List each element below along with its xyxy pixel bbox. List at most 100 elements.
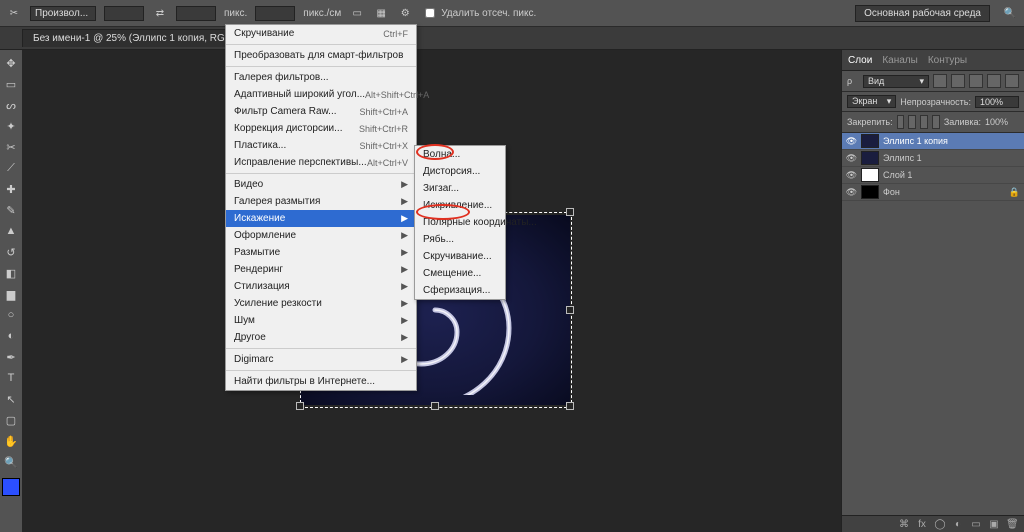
filter-kind-icon[interactable]: ρ	[847, 76, 859, 86]
menu-item[interactable]: Коррекция дисторсии...Shift+Ctrl+R	[226, 120, 416, 137]
menu-item[interactable]: Исправление перспективы...Alt+Ctrl+V	[226, 154, 416, 171]
hand-tool-icon[interactable]: ✋	[2, 432, 20, 450]
transform-handle[interactable]	[431, 402, 439, 410]
workspace-switcher[interactable]: Основная рабочая среда	[855, 5, 990, 22]
type-tool-icon[interactable]: T	[2, 369, 20, 387]
layer-row[interactable]: 👁Фон🔒	[842, 184, 1024, 201]
grid-icon[interactable]: ▦	[373, 5, 389, 21]
tab-channels[interactable]: Каналы	[882, 55, 918, 66]
crop-tool-icon[interactable]: ✂	[2, 138, 20, 156]
filter-pixel-icon[interactable]	[933, 74, 947, 88]
layer-mask-icon[interactable]: ◯	[934, 519, 946, 531]
height-field[interactable]	[176, 6, 216, 21]
shape-tool-icon[interactable]: ▢	[2, 411, 20, 429]
layer-row[interactable]: 👁Слой 1	[842, 167, 1024, 184]
submenu-item[interactable]: Рябь...	[415, 231, 505, 248]
filter-type-icon[interactable]	[969, 74, 983, 88]
lock-position-icon[interactable]	[920, 115, 928, 129]
menu-item[interactable]: Искажение▶	[226, 210, 416, 227]
filter-shape-icon[interactable]	[987, 74, 1001, 88]
menu-item[interactable]: Галерея фильтров...	[226, 69, 416, 86]
filter-menu: СкручиваниеCtrl+F Преобразовать для смарт…	[225, 24, 417, 391]
move-tool-icon[interactable]: ✥	[2, 54, 20, 72]
menu-item[interactable]: Стилизация▶	[226, 278, 416, 295]
menu-item[interactable]: Размытие▶	[226, 244, 416, 261]
filter-smart-icon[interactable]	[1005, 74, 1019, 88]
menu-item[interactable]: Галерея размытия▶	[226, 193, 416, 210]
transform-handle[interactable]	[296, 402, 304, 410]
eraser-tool-icon[interactable]: ◧	[2, 264, 20, 282]
crop-mode-dropdown[interactable]: Произвол...	[30, 6, 96, 21]
blur-tool-icon[interactable]: ○	[2, 306, 20, 324]
submenu-item[interactable]: Дисторсия...	[415, 163, 505, 180]
gradient-tool-icon[interactable]: ▆	[2, 285, 20, 303]
new-group-icon[interactable]: ▭	[970, 519, 982, 531]
layer-row[interactable]: 👁Эллипс 1 копия	[842, 133, 1024, 150]
swap-icon[interactable]: ⇄	[152, 5, 168, 21]
submenu-item[interactable]: Смещение...	[415, 265, 505, 282]
lock-label: Закрепить:	[847, 117, 893, 127]
menu-item[interactable]: Шум▶	[226, 312, 416, 329]
transform-handle[interactable]	[566, 306, 574, 314]
fill-field[interactable]: 100%	[985, 117, 1019, 127]
submenu-item[interactable]: Скручивание...	[415, 248, 505, 265]
marquee-tool-icon[interactable]: ▭	[2, 75, 20, 93]
menu-item[interactable]: Видео▶	[226, 176, 416, 193]
search-icon[interactable]: 🔍	[1002, 5, 1018, 21]
menu-item[interactable]: Другое▶	[226, 329, 416, 346]
tab-layers[interactable]: Слои	[848, 55, 872, 66]
pen-tool-icon[interactable]: ✒	[2, 348, 20, 366]
transform-handle[interactable]	[566, 402, 574, 410]
filter-kind-dropdown[interactable]: Вид▾	[863, 75, 929, 88]
menu-item[interactable]: Фильтр Camera Raw...Shift+Ctrl+A	[226, 103, 416, 120]
new-fill-icon[interactable]: ◐	[952, 519, 964, 531]
menu-item[interactable]: СкручиваниеCtrl+F	[226, 25, 416, 42]
delete-cropped-checkbox[interactable]: Удалить отсеч. пикс.	[421, 5, 536, 21]
dodge-tool-icon[interactable]: ◐	[2, 327, 20, 345]
tab-paths[interactable]: Контуры	[928, 55, 967, 66]
visibility-icon[interactable]: 👁	[846, 170, 857, 181]
foreground-color-swatch[interactable]	[2, 478, 20, 496]
new-layer-icon[interactable]: ▣	[988, 519, 1000, 531]
straighten-icon[interactable]: ▭	[349, 5, 365, 21]
lock-transparency-icon[interactable]	[897, 115, 905, 129]
blend-mode-dropdown[interactable]: Экран▾	[847, 95, 896, 108]
menu-item[interactable]: Оформление▶	[226, 227, 416, 244]
submenu-item[interactable]: Волна...	[415, 146, 505, 163]
brush-tool-icon[interactable]: ✎	[2, 201, 20, 219]
submenu-item[interactable]: Искривление...	[415, 197, 505, 214]
lasso-tool-icon[interactable]: ᔕ	[2, 96, 20, 114]
submenu-item[interactable]: Полярные координаты...	[415, 214, 505, 231]
menu-item[interactable]: Усиление резкости▶	[226, 295, 416, 312]
visibility-icon[interactable]: 👁	[846, 187, 857, 198]
gear-icon[interactable]: ⚙	[397, 5, 413, 21]
menu-item[interactable]: Адаптивный широкий угол...Alt+Shift+Ctrl…	[226, 86, 416, 103]
stamp-tool-icon[interactable]: ▲	[2, 222, 20, 240]
delete-layer-icon[interactable]: 🗑	[1006, 519, 1018, 531]
menu-item[interactable]: Пластика...Shift+Ctrl+X	[226, 137, 416, 154]
menu-item[interactable]: Digimarc▶	[226, 351, 416, 368]
menu-item[interactable]: Найти фильтры в Интернете...	[226, 373, 416, 390]
filter-adjust-icon[interactable]	[951, 74, 965, 88]
visibility-icon[interactable]: 👁	[846, 153, 857, 164]
zoom-tool-icon[interactable]: 🔍	[2, 453, 20, 471]
layer-row[interactable]: 👁Эллипс 1	[842, 150, 1024, 167]
resolution-field[interactable]	[255, 6, 295, 21]
submenu-item[interactable]: Сферизация...	[415, 282, 505, 299]
wand-tool-icon[interactable]: ✦	[2, 117, 20, 135]
width-field[interactable]	[104, 6, 144, 21]
submenu-item[interactable]: Зигзаг...	[415, 180, 505, 197]
heal-tool-icon[interactable]: ✚	[2, 180, 20, 198]
history-brush-icon[interactable]: ↺	[2, 243, 20, 261]
menu-item[interactable]: Преобразовать для смарт-фильтров	[226, 47, 416, 64]
link-layers-icon[interactable]: ⌘	[898, 519, 910, 531]
opacity-field[interactable]: 100%	[975, 96, 1019, 108]
visibility-icon[interactable]: 👁	[846, 136, 857, 147]
layer-fx-icon[interactable]: fx	[916, 519, 928, 531]
menu-item[interactable]: Рендеринг▶	[226, 261, 416, 278]
lock-pixels-icon[interactable]	[908, 115, 916, 129]
path-tool-icon[interactable]: ↖	[2, 390, 20, 408]
eyedropper-tool-icon[interactable]: ⟋	[2, 159, 20, 177]
lock-all-icon[interactable]	[932, 115, 940, 129]
transform-handle[interactable]	[566, 208, 574, 216]
